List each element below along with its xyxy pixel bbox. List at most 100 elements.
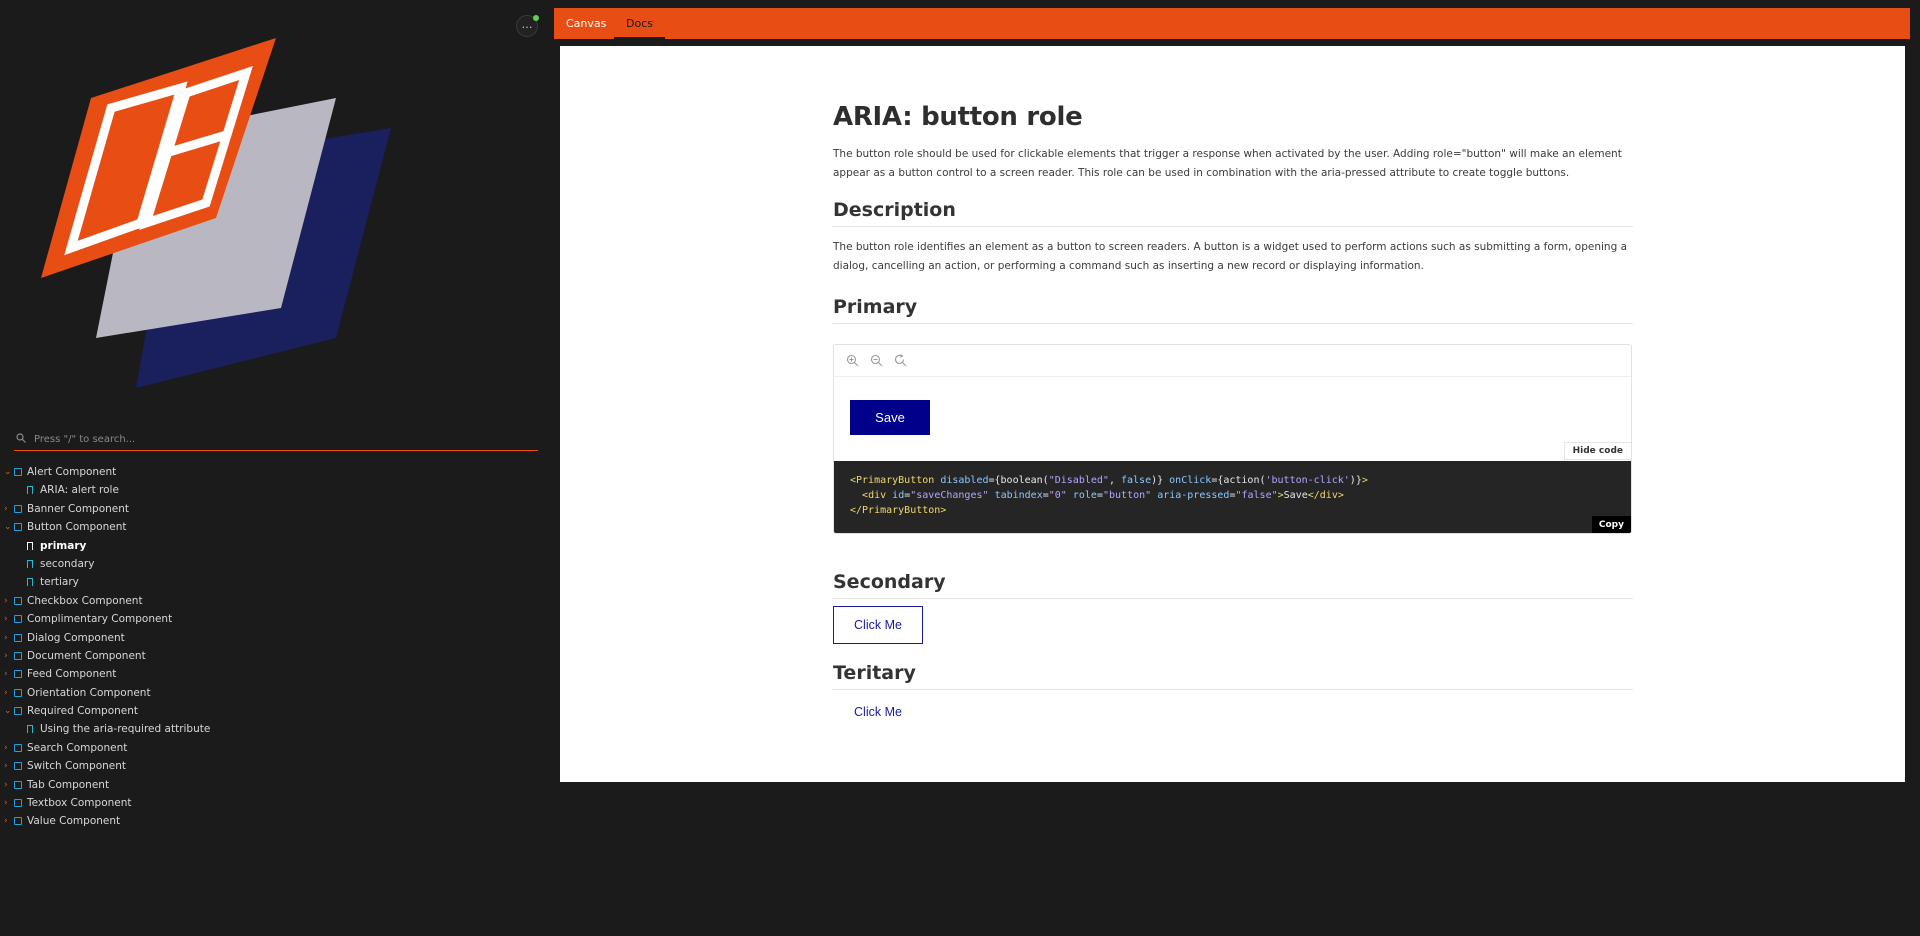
search-bar [14,428,538,451]
tree-component-item[interactable]: ⌄ Alert Component [0,463,548,481]
save-button[interactable]: Save [850,400,930,435]
tree-item-label: Alert Component [27,466,117,478]
tree-item-label: Value Component [27,815,121,828]
description-text: The button role identifies an element as… [833,241,1628,272]
bookmark-icon [27,541,33,550]
component-icon [14,651,22,660]
primary-preview: Save Hide code <PrimaryButton disabled={… [833,344,1632,534]
zoom-out-icon[interactable] [870,354,883,367]
hide-code-button[interactable]: Hide code [1563,442,1631,460]
chevron-down-icon[interactable]: ⌄ [4,518,14,536]
chevron-right-icon[interactable]: › [4,739,14,757]
description-heading: Description [833,199,1633,227]
component-icon [14,707,22,716]
code-line-2: <div id="saveChanges" tabindex="0" role=… [862,490,1344,501]
tree-story-item[interactable]: primary [0,537,548,555]
chevron-down-icon[interactable]: ⌄ [4,702,14,720]
component-icon [14,817,22,826]
chevron-right-icon[interactable]: › [4,647,14,665]
ellipsis-icon[interactable]: … [516,15,539,37]
tree-story-item[interactable]: Using the aria-required attribute [0,720,548,738]
bookmark-icon [27,578,33,587]
tab-canvas[interactable]: Canvas [566,8,606,39]
tree-component-item[interactable]: ⌄ Required Component [0,702,548,720]
bookmark-icon [27,486,33,495]
tree-component-item[interactable]: › Dialog Component [0,629,548,647]
tab-docs[interactable]: Docs [614,8,665,39]
tree-component-item[interactable]: › Switch Component [0,757,548,775]
chevron-right-icon[interactable]: › [4,684,14,702]
component-icon [14,468,22,476]
component-icon [14,633,22,642]
chevron-right-icon[interactable]: › [4,500,14,518]
sidebar: … ⌄ Alert Component ARIA: alert role › Banne… [0,0,548,936]
chevron-right-icon[interactable]: › [4,629,14,647]
tree-component-item[interactable]: › Document Component [0,647,548,665]
tree-item-label: Feed Component [27,668,117,681]
component-icon [14,743,22,752]
component-icon [14,799,22,808]
tree-item-label: Using the aria-required attribute [40,723,211,736]
tree-component-item[interactable]: › Checkbox Component [0,592,548,610]
component-icon [14,780,22,789]
tertiary-click-me-button[interactable]: Click Me [833,702,923,722]
search-input[interactable] [32,428,536,450]
tree-item-label: Required Component [27,705,139,718]
bookmark-icon [27,725,33,734]
tree-item-label: primary [40,539,87,552]
zoom-in-icon[interactable] [846,354,859,367]
component-icon [14,504,22,513]
chevron-right-icon[interactable]: › [4,757,14,775]
code-line-3: </PrimaryButton> [850,505,947,516]
tree-item-label: Dialog Component [27,631,125,644]
chevron-right-icon[interactable]: › [4,665,14,683]
component-icon [14,762,22,771]
docs-canvas: ARIA: button role The button role should… [560,46,1905,782]
component-icon [14,688,22,697]
tree-story-item[interactable]: tertiary [0,573,548,591]
component-tree: ⌄ Alert Component ARIA: alert role › Banner … [0,463,548,831]
chevron-right-icon[interactable]: › [4,812,14,830]
code-line-1: <PrimaryButton disabled={boolean("Disabl… [850,475,1368,486]
component-icon [14,615,22,624]
tree-component-item[interactable]: › Banner Component [0,500,548,518]
tree-item-label: Switch Component [27,760,127,773]
preview-toolbar [834,345,1631,377]
code-block: <PrimaryButton disabled={boolean("Disabl… [834,461,1631,533]
copy-button[interactable]: Copy [1591,516,1631,533]
status-dot [533,15,539,21]
primary-heading: Primary [833,296,1633,324]
tree-component-item[interactable]: › Complimentary Component [0,610,548,628]
tree-story-item[interactable]: secondary [0,555,548,573]
tree-component-item[interactable]: › Textbox Component [0,794,548,812]
chevron-right-icon[interactable]: › [4,776,14,794]
tree-item-label: Checkbox Component [27,594,143,607]
zoom-reset-icon[interactable] [894,354,907,367]
tree-item-label: Tab Component [27,778,110,791]
tree-component-item[interactable]: › Feed Component [0,665,548,683]
tree-component-item[interactable]: ⌄ Button Component [0,518,548,536]
chevron-down-icon[interactable]: ⌄ [4,463,14,481]
search-icon [16,433,26,443]
bookmark-icon [27,559,33,568]
chevron-right-icon[interactable]: › [4,794,14,812]
chevron-right-icon[interactable]: › [4,592,14,610]
app-logo [41,38,391,388]
tree-item-label: Complimentary Component [27,613,173,626]
tree-story-item[interactable]: ARIA: alert role [0,481,548,499]
tree-item-label: Document Component [27,649,146,662]
tree-item-label: Orientation Component [27,686,151,699]
tree-component-item[interactable]: › Value Component [0,812,548,830]
tree-component-item[interactable]: › Orientation Component [0,684,548,702]
secondary-click-me-button[interactable]: Click Me [833,606,923,644]
tree-item-label: Search Component [27,741,128,754]
tree-item-label: Banner Component [27,502,130,515]
chevron-right-icon[interactable]: › [4,610,14,628]
page-title: ARIA: button role [833,102,1083,132]
tree-component-item[interactable]: › Tab Component [0,776,548,794]
intro-text: The button role should be used for click… [833,148,1622,179]
tree-item-label: Textbox Component [27,797,132,810]
tree-item-label: Button Component [27,521,127,534]
secondary-heading: Secondary [833,571,1633,599]
tree-component-item[interactable]: › Search Component [0,739,548,757]
